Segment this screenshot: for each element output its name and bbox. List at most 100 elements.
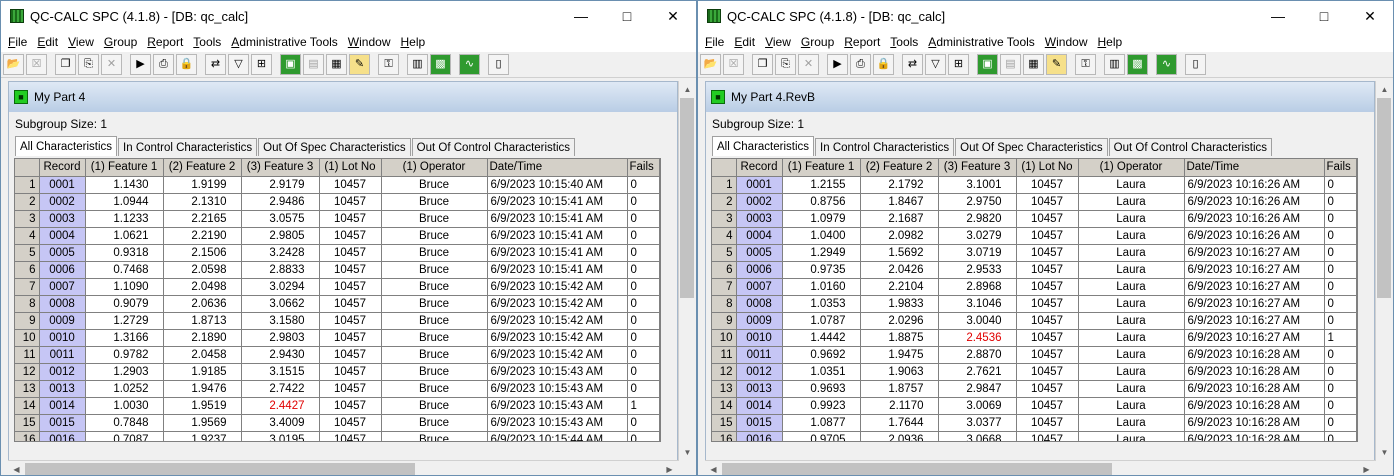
table-cell[interactable]: 0012 — [736, 363, 783, 381]
table-cell[interactable]: 3.0069 — [938, 397, 1017, 415]
table-cell[interactable]: 0 — [1324, 363, 1357, 381]
scroll-right-icon[interactable]: ▶ — [661, 461, 678, 475]
table-cell[interactable]: 6/9/2023 10:16:28 AM — [1184, 380, 1325, 398]
table-cell[interactable]: 2.0296 — [860, 312, 939, 330]
table-cell[interactable]: Laura — [1078, 431, 1185, 441]
notes-icon[interactable]: ✎ — [349, 54, 370, 75]
table-cell[interactable]: Bruce — [381, 414, 488, 432]
table-cell[interactable]: 10457 — [1016, 227, 1079, 245]
column-header[interactable]: (1) Feature 1 — [782, 159, 861, 177]
table-cell[interactable]: 10457 — [319, 295, 382, 313]
table-cell[interactable]: 3.1001 — [938, 176, 1017, 194]
table-row[interactable]: 9 0009 1.0787 2.0296 3.0040 10457 Laura 6/9/202… — [712, 312, 1357, 330]
row-number[interactable]: 3 — [15, 210, 40, 228]
table-cell[interactable]: 1.9185 — [163, 363, 242, 381]
table-cell[interactable]: 1.5692 — [860, 244, 939, 262]
table-cell[interactable]: 2.0936 — [860, 431, 939, 441]
key-icon[interactable]: ⚿ — [1075, 54, 1096, 75]
table-cell[interactable]: 3.1580 — [241, 312, 320, 330]
menu-edit[interactable]: Edit — [729, 35, 760, 49]
trash-icon[interactable]: ☒ — [723, 54, 744, 75]
table-cell[interactable]: 1.1430 — [85, 176, 164, 194]
table-cell[interactable]: 0 — [1324, 312, 1357, 330]
menu-file[interactable]: File — [700, 35, 729, 49]
table-row[interactable]: 3 0003 1.0979 2.1687 2.9820 10457 Laura 6/9/202… — [712, 210, 1357, 228]
table-cell[interactable]: 2.1310 — [163, 193, 242, 211]
table-cell[interactable]: 10457 — [319, 176, 382, 194]
table-cell[interactable]: 6/9/2023 10:15:41 AM — [487, 244, 628, 262]
table-view-icon[interactable]: ▥ — [407, 54, 428, 75]
column-header[interactable]: Date/Time — [1184, 159, 1325, 177]
row-number[interactable]: 4 — [15, 227, 40, 245]
table-cell[interactable]: 3.0294 — [241, 278, 320, 296]
table-cell[interactable]: Bruce — [381, 261, 488, 279]
paste-icon[interactable]: ⎘ — [775, 54, 796, 75]
open-folder-icon[interactable]: 📂 — [700, 54, 721, 75]
column-header[interactable]: (3) Feature 3 — [241, 159, 320, 177]
table-cell[interactable]: Laura — [1078, 210, 1185, 228]
table-cell[interactable]: 0.8756 — [782, 193, 861, 211]
table-cell[interactable]: 6/9/2023 10:15:43 AM — [487, 380, 628, 398]
table-cell[interactable]: 1.0787 — [782, 312, 861, 330]
table-row[interactable]: 5 0005 1.2949 1.5692 3.0719 10457 Laura 6/9/202… — [712, 244, 1357, 262]
column-header[interactable]: Fails — [1324, 159, 1357, 177]
scroll-thumb[interactable] — [722, 463, 1112, 475]
table-cell[interactable]: Bruce — [381, 227, 488, 245]
table-cell[interactable]: 10457 — [319, 210, 382, 228]
table-cell[interactable]: 0.9318 — [85, 244, 164, 262]
row-number[interactable]: 15 — [15, 414, 40, 432]
table-cell[interactable]: 0 — [627, 380, 660, 398]
title-bar[interactable]: QC-CALC SPC (4.1.8) - [DB: qc_calc] — □ … — [698, 1, 1393, 31]
table-cell[interactable]: Bruce — [381, 431, 488, 441]
table-cell[interactable]: 10457 — [1016, 363, 1079, 381]
table-cell[interactable]: 10457 — [319, 227, 382, 245]
table-cell[interactable]: 0 — [1324, 210, 1357, 228]
row-number[interactable]: 9 — [15, 312, 40, 330]
table-cell[interactable]: 0 — [1324, 244, 1357, 262]
table-cell[interactable]: 0.9782 — [85, 346, 164, 364]
table-cell[interactable]: 10457 — [1016, 295, 1079, 313]
notes-icon[interactable]: ✎ — [1046, 54, 1067, 75]
table-cell[interactable]: 6/9/2023 10:16:26 AM — [1184, 176, 1325, 194]
table-cell[interactable]: Laura — [1078, 380, 1185, 398]
table-cell[interactable]: 6/9/2023 10:16:28 AM — [1184, 431, 1325, 441]
table-cell[interactable]: 0 — [1324, 346, 1357, 364]
column-header[interactable]: Record — [39, 159, 86, 177]
table-cell[interactable]: 0005 — [736, 244, 783, 262]
copy-icon[interactable]: ❐ — [55, 54, 76, 75]
table-cell[interactable]: 2.8968 — [938, 278, 1017, 296]
menu-view[interactable]: View — [760, 35, 796, 49]
tab-out-of-control-characteristics[interactable]: Out Of Control Characteristics — [1108, 138, 1273, 156]
print-preview-icon[interactable]: ⎙ — [850, 54, 871, 75]
table-cell[interactable]: 6/9/2023 10:16:28 AM — [1184, 363, 1325, 381]
row-number[interactable]: 11 — [712, 346, 737, 364]
table-row[interactable]: 12 0012 1.2903 1.9185 3.1515 10457 Bruce 6/9/20… — [15, 363, 660, 381]
table-cell[interactable]: 0 — [1324, 397, 1357, 415]
table-cell[interactable]: 0 — [627, 329, 660, 347]
table-cell[interactable]: 10457 — [1016, 312, 1079, 330]
table-cell[interactable]: 2.7621 — [938, 363, 1017, 381]
table-cell[interactable]: 0 — [1324, 295, 1357, 313]
table-cell[interactable]: 2.0982 — [860, 227, 939, 245]
table-cell[interactable]: 0.9079 — [85, 295, 164, 313]
table-cell[interactable]: 0 — [627, 193, 660, 211]
menu-tools[interactable]: Tools — [885, 35, 923, 49]
menu-group[interactable]: Group — [99, 35, 142, 49]
table-cell[interactable]: 2.9533 — [938, 261, 1017, 279]
table-cell[interactable]: 1.8875 — [860, 329, 939, 347]
table-cell[interactable]: 0006 — [39, 261, 86, 279]
table-cell[interactable]: 0 — [1324, 193, 1357, 211]
table-cell[interactable]: 6/9/2023 10:15:42 AM — [487, 346, 628, 364]
table-cell[interactable]: 6/9/2023 10:15:43 AM — [487, 414, 628, 432]
table-cell[interactable]: 0015 — [39, 414, 86, 432]
row-number[interactable]: 7 — [712, 278, 737, 296]
column-header[interactable]: (3) Feature 3 — [938, 159, 1017, 177]
menu-help[interactable]: Help — [395, 35, 430, 49]
table-cell[interactable]: 0 — [627, 227, 660, 245]
table-row[interactable]: 16 0016 0.7087 1.9237 3.0195 10457 Bruce 6/9/20… — [15, 431, 660, 441]
table-cell[interactable]: 1.2949 — [782, 244, 861, 262]
table-cell[interactable]: 2.1170 — [860, 397, 939, 415]
table-cell[interactable]: 3.1046 — [938, 295, 1017, 313]
row-number[interactable]: 2 — [15, 193, 40, 211]
table-cell[interactable]: 2.9805 — [241, 227, 320, 245]
